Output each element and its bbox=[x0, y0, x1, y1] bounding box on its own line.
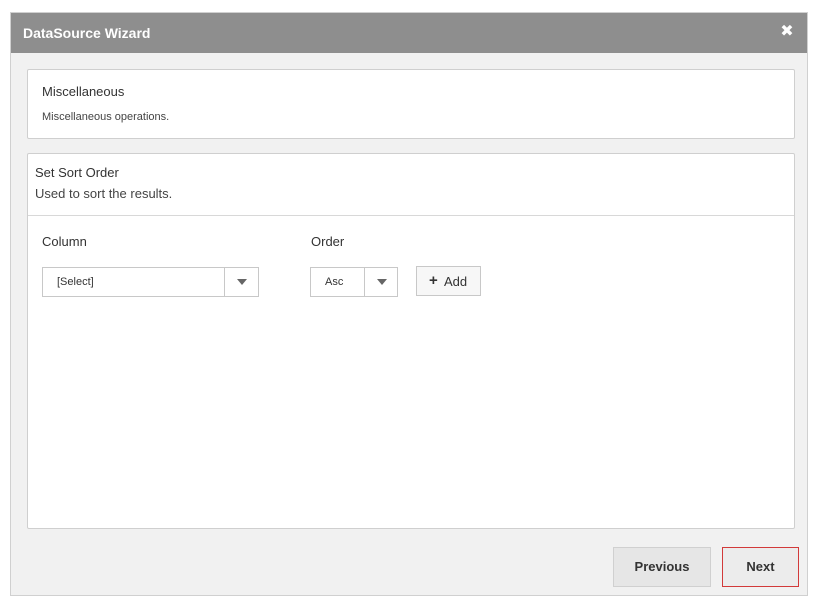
miscellaneous-title: Miscellaneous bbox=[42, 84, 125, 99]
plus-icon: + bbox=[429, 272, 438, 289]
add-button-label: Add bbox=[444, 274, 468, 289]
dialog-titlebar: DataSource Wizard ✖ bbox=[11, 13, 807, 53]
column-select-value: [Select] bbox=[57, 276, 94, 288]
miscellaneous-description: Miscellaneous operations. bbox=[42, 111, 170, 123]
order-select-toggle[interactable] bbox=[364, 268, 397, 296]
order-select[interactable]: Asc bbox=[310, 267, 398, 297]
miscellaneous-panel: Miscellaneous Miscellaneous operations. bbox=[27, 69, 795, 139]
sort-order-panel: Set Sort Order Used to sort the results.… bbox=[27, 153, 795, 529]
datasource-wizard-dialog: DataSource Wizard ✖ Miscellaneous Miscel… bbox=[10, 12, 808, 596]
dialog-title: DataSource Wizard bbox=[23, 25, 151, 41]
order-label: Order bbox=[311, 234, 345, 249]
sort-order-header: Set Sort Order Used to sort the results. bbox=[28, 154, 794, 216]
close-icon[interactable]: ✖ bbox=[779, 24, 795, 40]
order-select-value: Asc bbox=[325, 276, 344, 288]
chevron-down-icon bbox=[377, 279, 387, 285]
chevron-down-icon bbox=[237, 279, 247, 285]
add-sort-button[interactable]: + Add bbox=[416, 266, 481, 296]
previous-button[interactable]: Previous bbox=[613, 547, 711, 587]
column-select-toggle[interactable] bbox=[224, 268, 258, 296]
next-button[interactable]: Next bbox=[722, 547, 799, 587]
column-label: Column bbox=[42, 234, 87, 249]
sort-order-title: Set Sort Order bbox=[35, 165, 119, 180]
column-select[interactable]: [Select] bbox=[42, 267, 259, 297]
sort-order-description: Used to sort the results. bbox=[35, 186, 173, 201]
